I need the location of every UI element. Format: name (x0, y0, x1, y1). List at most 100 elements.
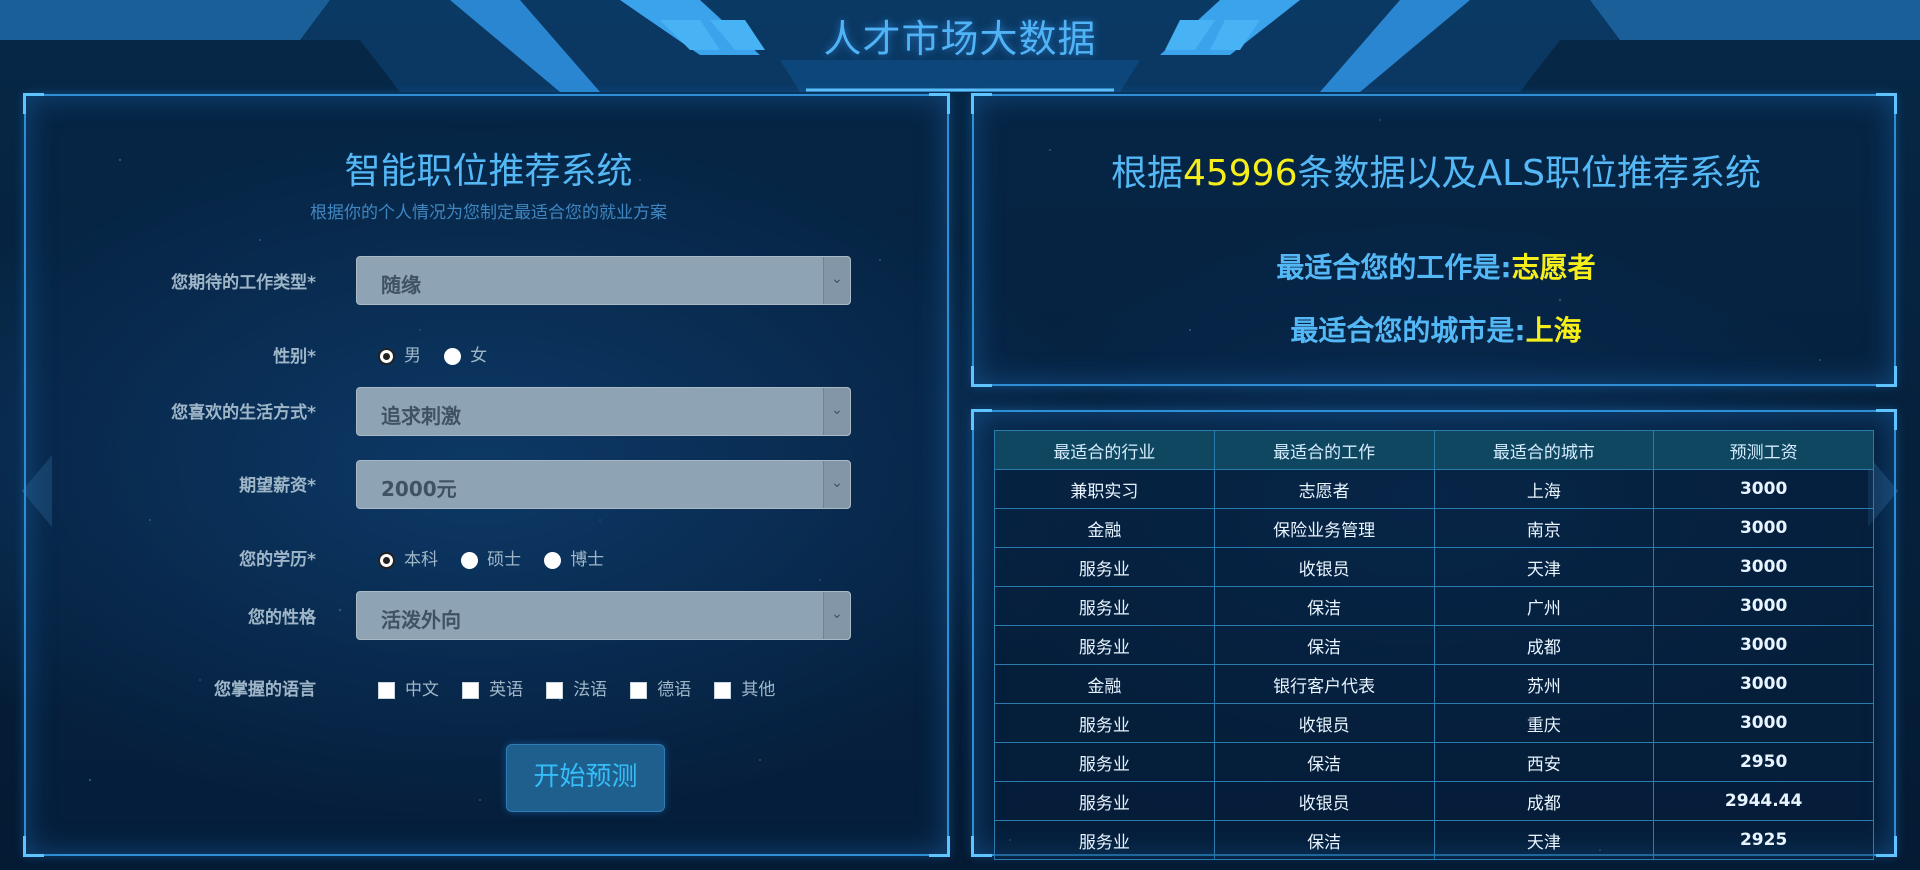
radio-button[interactable] (378, 347, 395, 365)
table-cell: 金融 (994, 508, 1215, 548)
chevron-down-icon: ⌄ (823, 461, 850, 508)
table-cell: 金融 (994, 664, 1215, 704)
option-label: 中文 (405, 680, 439, 700)
table-cell: 3000 (1653, 586, 1874, 626)
column-header: 预测工资 (1653, 430, 1874, 470)
radio-button[interactable] (378, 551, 395, 569)
option-label: 博士 (570, 550, 605, 570)
chevron-down-icon: ⌄ (823, 592, 850, 639)
table-row: 服务业 保洁 西安 2950 (994, 742, 1874, 782)
gender-radio-group: 男 女 (378, 341, 505, 366)
personality-label: 您的性格 (248, 608, 316, 628)
option-label: 本科 (404, 550, 438, 570)
table-cell: 南京 (1433, 508, 1655, 548)
form-subtitle: 根据你的个人情况为您制定最适合您的就业方案 (310, 203, 667, 223)
radio-button[interactable] (544, 551, 562, 569)
checkbox[interactable] (630, 681, 648, 699)
table-cell: 服务业 (994, 742, 1215, 782)
panel-corner (1876, 93, 1897, 114)
salary-select[interactable]: 2000元 ⌄ (356, 460, 851, 509)
table-row: 服务业 收银员 重庆 3000 (994, 703, 1874, 743)
language-option-english[interactable]: 英语 (462, 675, 523, 700)
table-cell: 2950 (1653, 742, 1874, 782)
panel-corner (23, 93, 44, 114)
education-option-master[interactable]: 硕士 (461, 545, 521, 570)
table-cell: 保洁 (1213, 742, 1435, 782)
result-heading: 根据45996条数据以及ALS职位推荐系统 (974, 144, 1898, 196)
recommendation-table: 最适合的行业 最适合的工作 最适合的城市 预测工资 兼职实习 志愿者 上海 3000 … (994, 430, 1874, 860)
column-header: 最适合的工作 (1213, 430, 1435, 470)
recommendation-table-panel: 最适合的行业 最适合的工作 最适合的城市 预测工资 兼职实习 志愿者 上海 3000 … (971, 409, 1897, 860)
lifestyle-select[interactable]: 追求刺激 ⌄ (356, 387, 851, 436)
languages-label: 您掌握的语言 (214, 680, 316, 700)
education-radio-group: 本科 硕士 博士 (378, 545, 622, 570)
table-cell: 服务业 (994, 547, 1215, 587)
form-title: 智能职位推荐系统 (344, 151, 633, 192)
languages-checkbox-group: 中文 英语 法语 德语 其他 (378, 675, 793, 700)
gender-label: 性别* (273, 347, 316, 367)
lifestyle-value: 追求刺激 (381, 404, 461, 428)
table-cell: 3000 (1653, 625, 1874, 665)
checkbox[interactable] (462, 681, 480, 699)
panel-corner (929, 836, 950, 857)
table-cell: 天津 (1433, 547, 1655, 587)
job-type-select[interactable]: 随缘 ⌄ (356, 256, 851, 305)
option-label: 女 (470, 346, 488, 366)
table-wrapper: 最适合的行业 最适合的工作 最适合的城市 预测工资 兼职实习 志愿者 上海 3000 … (994, 430, 1874, 860)
table-cell: 苏州 (1433, 664, 1655, 704)
education-option-doctor[interactable]: 博士 (544, 545, 604, 570)
best-city-value: 上海 (1525, 314, 1582, 347)
table-cell: 收银员 (1213, 547, 1435, 587)
table-cell: 收银员 (1213, 781, 1435, 821)
checkbox[interactable] (378, 681, 395, 699)
option-label: 英语 (489, 680, 524, 700)
table-cell: 服务业 (994, 820, 1215, 860)
panel-corner (23, 836, 44, 857)
heading-prefix: 根据 (1110, 153, 1183, 194)
start-prediction-button[interactable]: 开始预测 (506, 744, 665, 812)
language-option-german[interactable]: 德语 (630, 675, 691, 700)
option-label: 硕士 (487, 550, 522, 570)
salary-label: 期望薪资* (239, 476, 316, 496)
best-job-line: 最适合您的工作是:志愿者 (974, 246, 1898, 286)
salary-value: 2000元 (381, 477, 457, 501)
table-cell: 志愿者 (1213, 469, 1435, 509)
best-city-label: 最适合您的城市是: (1290, 314, 1526, 347)
job-type-label: 您期待的工作类型* (171, 273, 316, 293)
personality-select[interactable]: 活泼外向 ⌄ (356, 591, 851, 640)
table-cell: 收银员 (1213, 703, 1435, 743)
table-row: 服务业 收银员 成都 2944.44 (994, 781, 1874, 821)
heading-suffix: 条数据以及ALS职位推荐系统 (1297, 153, 1762, 194)
checkbox[interactable] (546, 681, 564, 699)
radio-button[interactable] (461, 551, 479, 569)
column-header: 最适合的城市 (1433, 430, 1655, 470)
table-cell: 3000 (1653, 508, 1874, 548)
language-option-chinese[interactable]: 中文 (378, 675, 439, 700)
table-cell: 保洁 (1213, 586, 1435, 626)
education-option-bachelor[interactable]: 本科 (378, 545, 438, 570)
gender-option-male[interactable]: 男 (378, 341, 421, 366)
table-cell: 3000 (1653, 664, 1874, 704)
radio-button[interactable] (444, 347, 462, 365)
chevron-down-icon: ⌄ (823, 257, 850, 304)
table-row: 服务业 保洁 成都 3000 (994, 625, 1874, 665)
table-header-row: 最适合的行业 最适合的工作 最适合的城市 预测工资 (994, 430, 1874, 470)
table-cell: 保洁 (1213, 820, 1435, 860)
language-option-other[interactable]: 其他 (714, 675, 775, 700)
option-label: 男 (404, 346, 421, 366)
panel-corner (1876, 366, 1897, 387)
checkbox[interactable] (714, 681, 732, 699)
table-cell: 2925 (1653, 820, 1874, 860)
option-label: 法语 (573, 680, 608, 700)
gender-option-female[interactable]: 女 (444, 341, 487, 366)
table-row: 服务业 保洁 广州 3000 (994, 586, 1874, 626)
table-cell: 2944.44 (1653, 781, 1874, 821)
lifestyle-label: 您喜欢的生活方式* (171, 403, 316, 423)
table-cell: 兼职实习 (994, 469, 1215, 509)
recommendation-form-panel: 智能职位推荐系统 根据你的个人情况为您制定最适合您的就业方案 您期待的工作类型*… (23, 93, 950, 857)
table-cell: 重庆 (1433, 703, 1655, 743)
language-option-french[interactable]: 法语 (546, 675, 607, 700)
table-row: 服务业 收银员 天津 3000 (994, 547, 1874, 587)
table-cell: 天津 (1433, 820, 1655, 860)
table-cell: 服务业 (994, 703, 1215, 743)
